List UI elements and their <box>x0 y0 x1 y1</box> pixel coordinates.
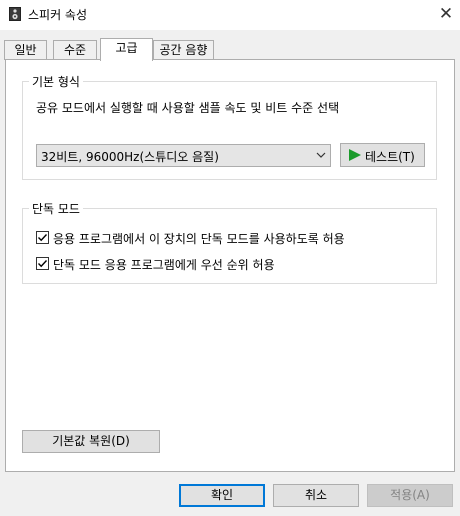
checkmark-icon <box>38 260 48 268</box>
sample-rate-dropdown[interactable]: 32비트, 96000Hz(스튜디오 음질) <box>36 144 331 167</box>
close-icon[interactable]: ✕ <box>434 4 458 26</box>
window-title: 스피커 속성 <box>28 8 88 22</box>
test-button[interactable]: 테스트(T) <box>340 143 425 167</box>
default-format-description: 공유 모드에서 실행할 때 사용할 샘플 속도 및 비트 수준 선택 <box>36 101 340 115</box>
cancel-button[interactable]: 취소 <box>273 484 359 507</box>
tab-spatial-sound[interactable]: 공간 음향 <box>153 40 214 60</box>
restore-defaults-button[interactable]: 기본값 복원(D) <box>22 430 160 453</box>
ok-button[interactable]: 확인 <box>179 484 265 507</box>
speaker-icon <box>9 7 21 21</box>
default-format-label: 기본 형식 <box>29 73 83 90</box>
tab-advanced[interactable]: 고급 <box>100 38 153 61</box>
tab-general[interactable]: 일반 <box>4 40 47 60</box>
exclusive-mode-label: 단독 모드 <box>29 200 83 217</box>
sample-rate-value: 32비트, 96000Hz(스튜디오 음질) <box>41 150 219 164</box>
allow-exclusive-control-label: 응용 프로그램에서 이 장치의 단독 모드를 사용하도록 허용 <box>53 232 345 246</box>
apply-button[interactable]: 적용(A) <box>367 484 453 507</box>
tab-levels[interactable]: 수준 <box>53 40 97 60</box>
give-exclusive-priority-label: 단독 모드 응용 프로그램에게 우선 순위 허용 <box>53 258 275 272</box>
title-bar: 스피커 속성 ✕ <box>0 0 460 30</box>
test-button-label: 테스트(T) <box>365 150 415 164</box>
allow-exclusive-control-checkbox[interactable] <box>36 231 49 244</box>
checkmark-icon <box>38 234 48 242</box>
play-icon <box>349 149 361 161</box>
give-exclusive-priority-checkbox[interactable] <box>36 257 49 270</box>
chevron-down-icon <box>316 152 326 158</box>
